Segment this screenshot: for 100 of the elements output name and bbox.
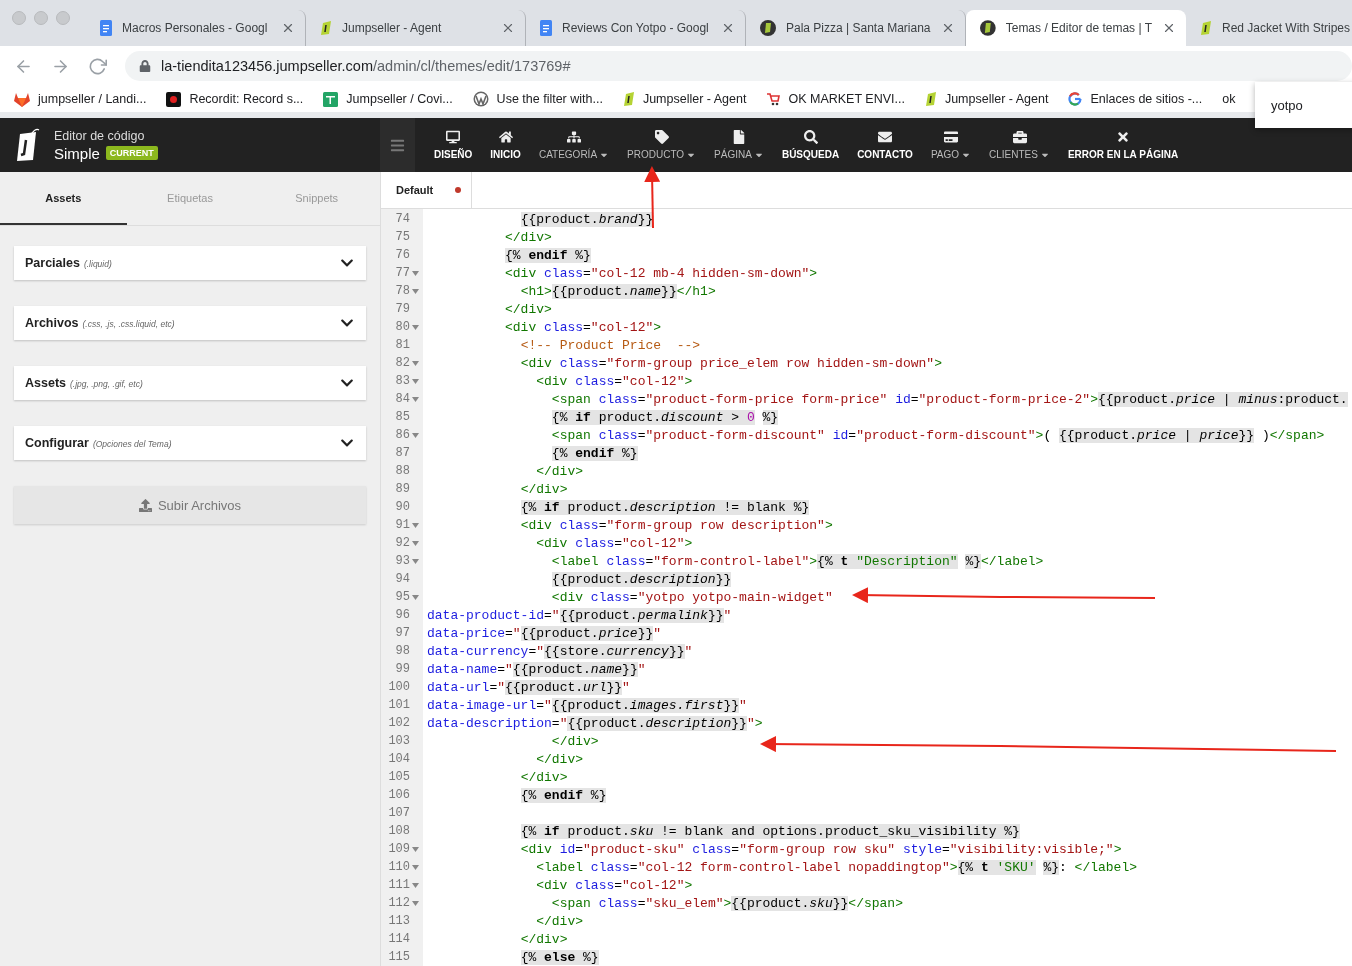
fold-icon[interactable] — [412, 846, 419, 852]
theme-name: Simple — [54, 144, 100, 162]
nav-item[interactable]: PAGO — [921, 118, 981, 172]
bookmark[interactable]: OK MARKET ENVI... — [766, 92, 905, 106]
code-line: data-product-id="{{product.permalink}}" — [426, 607, 732, 623]
editor-title: Editor de código — [54, 128, 146, 143]
upload-icon — [138, 498, 152, 512]
wordpress-icon — [472, 91, 489, 107]
bookmark[interactable]: jumpseller / Landi... — [14, 91, 147, 107]
fold-icon[interactable] — [412, 522, 419, 528]
line-number: 105 — [388, 770, 410, 784]
line-number: 104 — [388, 752, 410, 766]
bookmark[interactable]: Enlaces de sitios -... — [1068, 92, 1203, 106]
tag-icon — [760, 20, 776, 36]
section-hint: (Opciones del Tema) — [92, 439, 172, 449]
close-icon[interactable] — [1162, 21, 1176, 35]
bookmark[interactable]: Recordit: Record s... — [166, 91, 304, 107]
credit-card-icon — [943, 130, 958, 144]
upload-button[interactable]: Subir Archivos — [14, 486, 366, 524]
line-number: 81 — [395, 338, 410, 352]
section-header[interactable]: Parciales (.liquid) — [14, 246, 366, 280]
fold-icon[interactable] — [412, 378, 419, 384]
close-icon[interactable] — [721, 21, 735, 35]
line-number: 109 — [388, 842, 410, 856]
section-hint: (.css, .js, .css.liquid, etc) — [82, 319, 175, 329]
code-line: data-currency="{{store.currency}}" — [426, 643, 693, 659]
record-icon — [166, 91, 182, 107]
line-number: 83 — [395, 374, 410, 388]
fold-icon[interactable] — [412, 288, 419, 294]
section-header[interactable]: Assets (.jpg, .png, .gif, etc) — [14, 366, 366, 400]
line-number: 89 — [395, 482, 410, 496]
nav-item[interactable]: CONTACTO — [848, 118, 922, 172]
line-number: 98 — [395, 644, 410, 658]
code-line: </div> — [535, 751, 584, 767]
fold-icon[interactable] — [412, 540, 419, 546]
fold-icon[interactable] — [412, 864, 419, 870]
bookmark[interactable]: Use the filter with... — [472, 91, 603, 107]
search-icon — [803, 130, 818, 144]
address-field[interactable]: la-tiendita123456.jumpseller.com/admin/cl/themes/edit/173769# — [125, 51, 1352, 81]
fold-icon[interactable] — [412, 270, 419, 276]
fold-icon[interactable] — [412, 558, 419, 564]
line-number: 88 — [395, 464, 410, 478]
line-number: 92 — [395, 536, 410, 550]
close-icon[interactable] — [501, 21, 515, 35]
line-number: 77 — [395, 266, 410, 280]
code-line: {% if product.discount > 0 %} — [550, 409, 779, 425]
fold-icon[interactable] — [412, 882, 419, 888]
nav-item[interactable]: PÁGINA — [705, 118, 773, 172]
code-line: <div class="col-12"> — [504, 319, 662, 335]
fox-icon — [14, 91, 30, 107]
line-number: 95 — [395, 590, 410, 604]
file-tab[interactable]: Default — [381, 172, 473, 208]
code-line: </div> — [535, 463, 584, 479]
fold-icon[interactable] — [412, 324, 419, 330]
fold-icon[interactable] — [412, 360, 419, 366]
fold-icon[interactable] — [412, 432, 419, 438]
code-line: <span class="product-form-price form-price" id="product-form-price-2">{{product.price | minus:product. — [550, 391, 1348, 407]
code-line: <div class="form-group row description"> — [519, 517, 833, 533]
code-line: </div> — [504, 229, 552, 245]
line-number: 78 — [395, 284, 410, 298]
code-line: <span class="sku_elem">{{product.sku}}</span> — [550, 895, 903, 911]
document-icon — [100, 20, 112, 36]
nav-item[interactable]: ERROR EN LA PÁGINA — [1058, 118, 1188, 172]
menu-icon[interactable] — [380, 118, 415, 172]
fold-icon[interactable] — [412, 396, 419, 402]
browser-tab[interactable]: Temas / Editor de temas | T — [966, 10, 1186, 46]
nav-item[interactable]: PRODUCTO — [618, 118, 706, 172]
fold-icon[interactable] — [412, 900, 419, 906]
section-header[interactable]: Archivos (.css, .js, .css.liquid, etc) — [14, 306, 366, 340]
code-line: <!-- Product Price --> — [519, 337, 701, 353]
reload-icon[interactable] — [88, 56, 107, 76]
document-icon — [540, 20, 552, 36]
sitemap-icon — [567, 130, 581, 144]
tag-icon — [980, 20, 996, 36]
sidebar-tab[interactable]: Assets — [0, 172, 127, 225]
line-number: 111 — [388, 878, 410, 892]
section-header[interactable]: Configurar (Opciones del Tema) — [14, 426, 366, 460]
nav-item[interactable]: CATEGORÍA — [529, 118, 619, 172]
line-number: 91 — [395, 518, 410, 532]
fold-icon[interactable] — [412, 594, 419, 600]
nav-item[interactable]: CLIENTES — [980, 118, 1059, 172]
line-number: 85 — [395, 410, 410, 424]
autocomplete-suggestion[interactable]: yotpo — [1255, 82, 1352, 128]
bookmark[interactable]: ok — [1222, 92, 1236, 106]
nav-item[interactable]: BÚSQUEDA — [772, 118, 849, 172]
line-number: 74 — [395, 212, 410, 226]
bookmark[interactable]: Jumpseller - Agent — [924, 91, 1049, 107]
close-icon[interactable] — [281, 21, 295, 35]
code-line: </div> — [504, 301, 552, 317]
bookmark[interactable]: Jumpseller / Covi... — [323, 91, 453, 107]
line-number: 94 — [395, 572, 410, 586]
code-line: data-name="{{product.name}}" — [426, 661, 646, 677]
close-icon[interactable] — [941, 21, 955, 35]
section-hint: (.jpg, .png, .gif, etc) — [70, 379, 143, 389]
nav-item[interactable]: INICIO — [481, 118, 530, 172]
line-number: 112 — [388, 896, 410, 910]
bookmark[interactable]: Jumpseller - Agent — [622, 91, 747, 107]
nav-item[interactable]: DISEÑO — [425, 118, 482, 172]
tag-icon — [924, 91, 937, 107]
code-line: <span class="product-form-discount" id="product-form-discount">( {{product.price | price}} )</span> — [550, 427, 1325, 443]
